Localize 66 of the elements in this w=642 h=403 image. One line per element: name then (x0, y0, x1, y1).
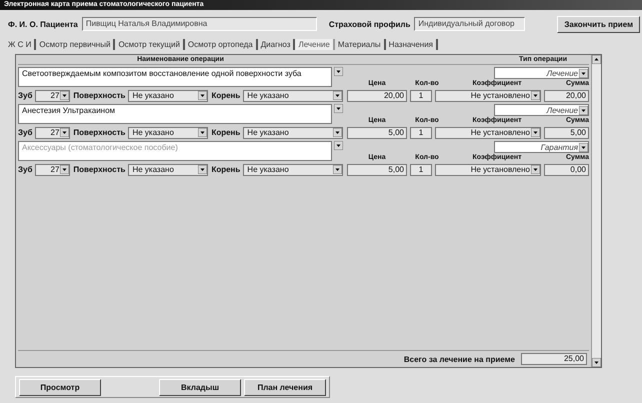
action-button[interactable]: Просмотр (19, 378, 101, 396)
action-button[interactable]: План лечения (244, 378, 326, 396)
caret-icon[interactable] (579, 68, 588, 78)
quantity-field[interactable]: 1 (410, 126, 432, 138)
operation-type-select[interactable]: Лечение (494, 67, 589, 79)
operation-type-select[interactable]: Лечение (494, 104, 589, 116)
caret-icon[interactable] (60, 91, 70, 100)
sum-field: 0,00 (544, 164, 589, 176)
caret-icon[interactable] (531, 165, 540, 174)
surface-select[interactable]: Не указано (128, 90, 208, 102)
tooth-label: Зуб (18, 128, 32, 137)
tooth-select[interactable]: 27 (35, 90, 70, 102)
caret-icon[interactable] (60, 128, 70, 137)
sum-field: 5,00 (544, 126, 589, 138)
root-label: Корень (211, 128, 240, 137)
tab[interactable]: Ж С И (5, 39, 36, 50)
root-label: Корень (211, 91, 240, 100)
surface-label: Поверхность (73, 128, 126, 137)
caret-icon[interactable] (198, 91, 208, 100)
caret-icon[interactable] (531, 128, 540, 137)
caret-icon[interactable] (334, 67, 343, 76)
coefficient-select[interactable]: Не установлено (435, 126, 541, 138)
operation-name-field[interactable]: Анестезия Ультракаином (18, 104, 332, 124)
total-label: Всего за лечение на приеме (404, 354, 515, 364)
caret-icon[interactable] (333, 91, 342, 100)
patient-name-label: Ф. И. О. Пациента (8, 20, 78, 28)
coefficient-select[interactable]: Не установлено (435, 90, 541, 102)
price-field[interactable]: 5,00 (347, 126, 407, 138)
tab[interactable]: Лечение (295, 39, 335, 50)
price-field[interactable]: 20,00 (347, 90, 407, 102)
patient-name-field[interactable]: Пивщиц Наталья Владимировна (82, 17, 317, 31)
scroll-down-icon[interactable] (592, 358, 601, 367)
tab[interactable]: Осмотр ортопеда (184, 39, 258, 50)
tab[interactable]: Осмотр первичный (36, 39, 116, 50)
caret-icon[interactable] (531, 91, 540, 100)
sum-field: 20,00 (544, 90, 589, 102)
root-select[interactable]: Не указано (243, 126, 343, 138)
quantity-field[interactable]: 1 (410, 90, 432, 102)
surface-select[interactable]: Не указано (128, 126, 208, 138)
surface-label: Поверхность (73, 165, 126, 174)
tooth-select[interactable]: 27 (35, 126, 70, 138)
tooth-label: Зуб (18, 165, 32, 174)
caret-icon[interactable] (334, 104, 343, 113)
insurance-field[interactable]: Индивидуальный договор (414, 17, 526, 31)
total-field: 25,00 (521, 353, 587, 365)
caret-icon[interactable] (579, 142, 588, 152)
tab[interactable]: Материалы (334, 39, 386, 50)
action-button[interactable]: Вкладыш (159, 378, 241, 396)
caret-icon[interactable] (198, 128, 208, 137)
caret-icon[interactable] (333, 165, 342, 174)
scroll-up-icon[interactable] (592, 55, 601, 64)
surface-label: Поверхность (73, 91, 126, 100)
caret-icon[interactable] (579, 106, 588, 114)
scrollbar[interactable] (591, 55, 601, 367)
finish-button[interactable]: Закончить прием (557, 16, 640, 32)
caret-icon[interactable] (60, 165, 70, 174)
tab[interactable]: Назначения (386, 39, 438, 50)
caret-icon[interactable] (333, 128, 342, 137)
caret-icon[interactable] (198, 165, 208, 174)
root-label: Корень (211, 165, 240, 174)
caret-icon[interactable] (334, 141, 343, 150)
insurance-label: Страховой профиль (328, 20, 410, 28)
tooth-label: Зуб (18, 91, 32, 100)
root-select[interactable]: Не указано (243, 90, 343, 102)
tab[interactable]: Осмотр текущий (115, 39, 185, 50)
operation-name-field[interactable]: Светоотверждаемым композитом восстановление одной поверхности зуба (18, 67, 332, 87)
